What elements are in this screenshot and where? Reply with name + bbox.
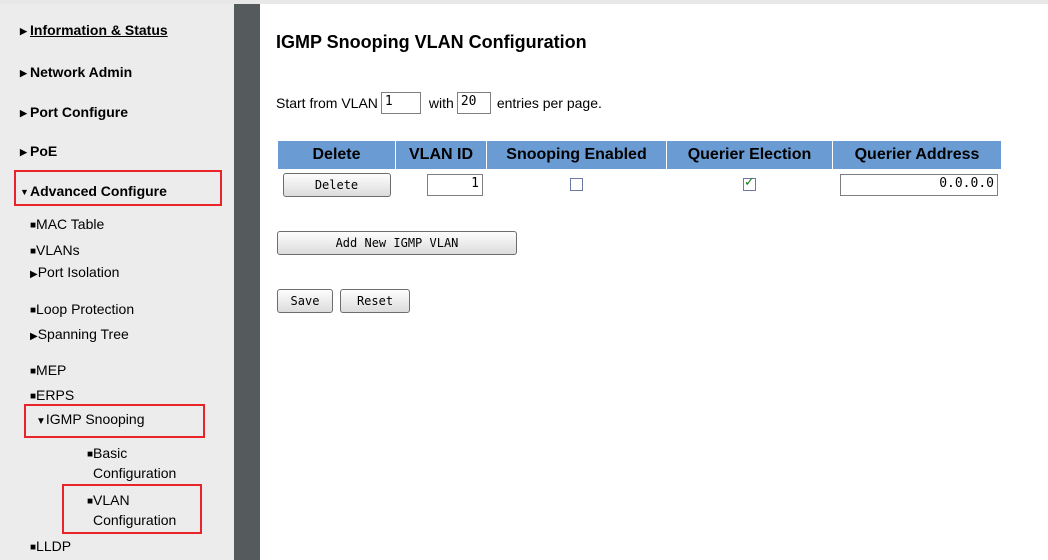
start-vlan-input[interactable]: 1 xyxy=(380,92,421,114)
table-row: Delete 1 0.0.0.0 xyxy=(277,169,1002,200)
table-header-row: Delete VLAN ID Snooping Enabled Querier … xyxy=(277,140,1002,170)
paging-controls: Start from VLAN 1 with 20 entries per pa… xyxy=(276,92,602,114)
arrow-right-icon: ▶ xyxy=(30,331,38,342)
querier-election-checkbox[interactable] xyxy=(743,175,756,191)
nav-igmp-basic-configuration[interactable]: ■Basic Configuration xyxy=(87,444,176,483)
nav-spanning-tree[interactable]: ▶Spanning Tree xyxy=(30,326,129,342)
nav-vlans[interactable]: ■VLANs xyxy=(30,242,80,258)
vlan-id-field[interactable]: 1 xyxy=(427,173,483,196)
querier-address-input[interactable]: 0.0.0.0 xyxy=(840,173,998,196)
arrow-right-icon: ▶ xyxy=(20,68,27,78)
highlight-advanced-configure xyxy=(14,170,222,206)
delete-button[interactable]: Delete xyxy=(282,172,391,197)
arrow-right-icon: ▶ xyxy=(20,108,27,118)
sidebar-divider[interactable] xyxy=(234,4,260,560)
header-vlan-id: VLAN ID xyxy=(395,140,487,170)
nav-mep[interactable]: ■MEP xyxy=(30,362,66,378)
nav-mac-table[interactable]: ■MAC Table xyxy=(30,216,104,232)
page-title: IGMP Snooping VLAN Configuration xyxy=(276,32,587,52)
arrow-right-icon: ▶ xyxy=(20,147,27,157)
nav-network-admin[interactable]: ▶ Network Admin xyxy=(20,64,132,80)
nav-port-isolation[interactable]: ▶Port Isolation xyxy=(30,264,119,280)
header-delete: Delete xyxy=(277,140,396,170)
header-snooping-enabled: Snooping Enabled xyxy=(486,140,667,170)
reset-button[interactable]: Reset xyxy=(340,289,410,313)
highlight-igmp-snooping xyxy=(24,404,205,438)
header-querier-election: Querier Election xyxy=(666,140,833,170)
entries-per-page-input[interactable]: 20 xyxy=(456,92,491,114)
nav-poe[interactable]: ▶ PoE xyxy=(20,143,57,159)
arrow-right-icon: ▶ xyxy=(30,269,38,280)
nav-loop-protection[interactable]: ■Loop Protection xyxy=(30,301,134,317)
header-querier-address: Querier Address xyxy=(832,140,1002,170)
nav-port-configure[interactable]: ▶ Port Configure xyxy=(20,104,128,120)
nav-lldp[interactable]: ■LLDP xyxy=(30,538,71,554)
igmp-vlan-table: Delete VLAN ID Snooping Enabled Querier … xyxy=(277,140,1002,200)
nav-information-status[interactable]: ▶ Information & Status xyxy=(20,22,168,38)
highlight-vlan-configuration xyxy=(62,484,202,534)
arrow-right-icon: ▶ xyxy=(20,26,27,36)
nav-erps[interactable]: ■ERPS xyxy=(30,387,74,403)
snooping-enabled-checkbox[interactable] xyxy=(570,177,583,191)
save-button[interactable]: Save xyxy=(277,289,333,313)
add-new-igmp-vlan-button[interactable]: Add New IGMP VLAN xyxy=(277,231,517,255)
